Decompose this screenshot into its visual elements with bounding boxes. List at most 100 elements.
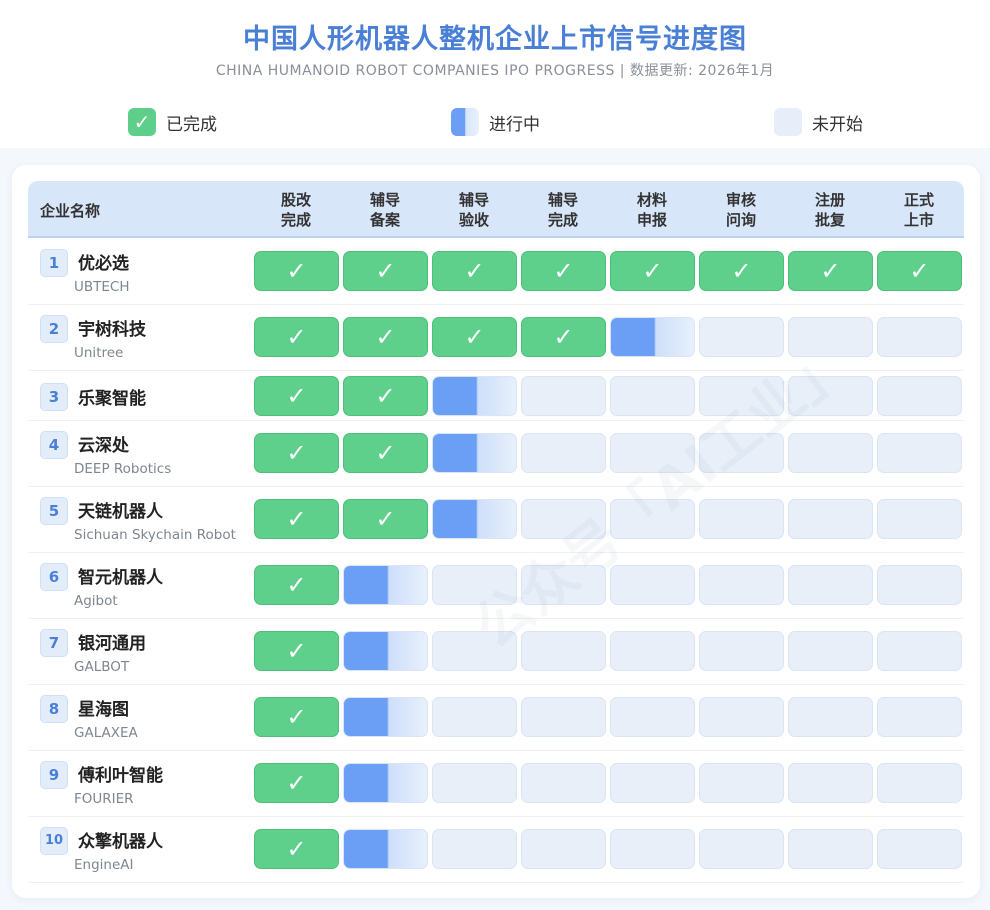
table-row: 4 云深处 DEEP Robotics xyxy=(28,421,964,487)
stage-cell-in-progress xyxy=(343,763,428,803)
stage-cell-not-started xyxy=(432,565,517,605)
stage-cell-done xyxy=(877,251,962,291)
stage-cell-done xyxy=(343,433,428,473)
stage-cell-not-started xyxy=(610,433,695,473)
header-stage-line1: 辅导 xyxy=(458,191,489,209)
header-stage-line2: 完成 xyxy=(547,211,578,229)
stage-cell-not-started xyxy=(521,631,606,671)
company-english-name: Agibot xyxy=(74,593,118,609)
stage-cell-not-started xyxy=(788,631,873,671)
stage-cell-not-started xyxy=(432,763,517,803)
stage-cell-done xyxy=(432,317,517,357)
stage-cell-in-progress xyxy=(610,317,695,357)
header-stage-line2: 批复 xyxy=(814,211,845,229)
stage-cell-not-started xyxy=(521,829,606,869)
stage-cell-done xyxy=(610,251,695,291)
stage-cell-not-started xyxy=(521,697,606,737)
stage-cell-in-progress xyxy=(343,829,428,869)
company-english-name: GALAXEA xyxy=(74,725,138,741)
stage-cell-not-started xyxy=(610,499,695,539)
header-stage-6: 审核 问询 xyxy=(699,190,783,230)
company-english-name: UBTECH xyxy=(74,279,130,295)
stage-cell-not-started xyxy=(877,565,962,605)
stage-cell-done xyxy=(432,251,517,291)
company-english-name: DEEP Robotics xyxy=(74,461,172,477)
stage-cell-not-started xyxy=(610,763,695,803)
header-stage-line2: 问询 xyxy=(725,211,756,229)
stage-cell-not-started xyxy=(521,433,606,473)
legend-not-started: 未开始 xyxy=(774,108,863,136)
stage-cell-done xyxy=(254,631,339,671)
company-english-name: Sichuan Skychain Robot xyxy=(74,527,236,543)
header: 中国人形机器人整机企业上市信号进度图 CHINA HUMANOID ROBOT … xyxy=(0,0,990,148)
row-index-badge: 9 xyxy=(40,761,68,789)
stage-cell-not-started xyxy=(877,376,962,416)
company-name: 优必选 xyxy=(78,254,129,274)
stage-cell-not-started xyxy=(432,697,517,737)
stage-cell-not-started xyxy=(699,433,784,473)
stage-cell-done xyxy=(254,763,339,803)
stage-cell-not-started xyxy=(521,499,606,539)
header-stage-line2: 备案 xyxy=(369,211,400,229)
stage-cell-done xyxy=(699,251,784,291)
stage-cell-not-started xyxy=(788,565,873,605)
stage-cell-not-started xyxy=(610,631,695,671)
table-row: 2 宇树科技 Unitree xyxy=(28,305,964,371)
stage-cell-not-started xyxy=(699,829,784,869)
stage-cell-not-started xyxy=(877,317,962,357)
check-icon xyxy=(128,108,156,136)
stage-cell-in-progress xyxy=(432,433,517,473)
header-stage-3: 辅导 验收 xyxy=(432,190,516,230)
header-stage-8: 正式 上市 xyxy=(877,190,961,230)
stage-cell-done xyxy=(254,317,339,357)
header-company: 企业名称 xyxy=(40,202,101,220)
stage-cell-done xyxy=(788,251,873,291)
company-name: 乐聚智能 xyxy=(78,389,146,409)
header-stage-4: 辅导 完成 xyxy=(521,190,605,230)
table-row: 5 天链机器人 Sichuan Skychain Robot xyxy=(28,487,964,553)
table-row: 3 乐聚智能 xyxy=(28,371,964,421)
stage-cell-in-progress xyxy=(343,565,428,605)
header-stage-line1: 审核 xyxy=(725,191,756,209)
stage-cell-not-started xyxy=(610,565,695,605)
table-row: 10 众擎机器人 EngineAI xyxy=(28,817,964,883)
company-name: 银河通用 xyxy=(78,634,146,654)
header-stage-line2: 完成 xyxy=(280,211,311,229)
company-english-name: Unitree xyxy=(74,345,124,361)
stage-cell-not-started xyxy=(788,376,873,416)
stage-cell-done xyxy=(254,565,339,605)
stage-cell-not-started xyxy=(788,433,873,473)
row-index-badge: 2 xyxy=(40,315,68,343)
stage-cell-in-progress xyxy=(343,631,428,671)
company-name: 众擎机器人 xyxy=(78,832,163,852)
header-stage-5: 材料 申报 xyxy=(610,190,694,230)
stage-cell-not-started xyxy=(788,697,873,737)
stage-cell-in-progress xyxy=(343,697,428,737)
chart-title: 中国人形机器人整机企业上市信号进度图 xyxy=(243,24,747,55)
header-stage-line1: 材料 xyxy=(636,191,667,209)
stage-cell-not-started xyxy=(432,631,517,671)
stage-cell-not-started xyxy=(699,376,784,416)
stage-cell-not-started xyxy=(699,631,784,671)
stage-cell-not-started xyxy=(699,565,784,605)
company-name: 星海图 xyxy=(78,700,129,720)
header-stage-1: 股改 完成 xyxy=(254,190,338,230)
stage-cell-not-started xyxy=(610,376,695,416)
legend-not-started-label: 未开始 xyxy=(812,114,863,135)
stage-cell-not-started xyxy=(521,763,606,803)
stage-cell-done xyxy=(254,251,339,291)
table-row: 8 星海图 GALAXEA xyxy=(28,685,964,751)
row-index-badge: 5 xyxy=(40,497,68,525)
row-index-badge: 10 xyxy=(40,827,68,855)
header-stage-2: 辅导 备案 xyxy=(343,190,427,230)
stage-cell-not-started xyxy=(610,829,695,869)
stage-cell-not-started xyxy=(788,317,873,357)
header-stage-line1: 注册 xyxy=(814,191,845,209)
stage-cell-not-started xyxy=(877,763,962,803)
stage-cell-done xyxy=(254,829,339,869)
header-stage-line2: 上市 xyxy=(903,211,934,229)
stage-cell-not-started xyxy=(877,631,962,671)
table-row: 9 傅利叶智能 FOURIER xyxy=(28,751,964,817)
row-index-badge: 8 xyxy=(40,695,68,723)
row-index-badge: 1 xyxy=(40,249,68,277)
